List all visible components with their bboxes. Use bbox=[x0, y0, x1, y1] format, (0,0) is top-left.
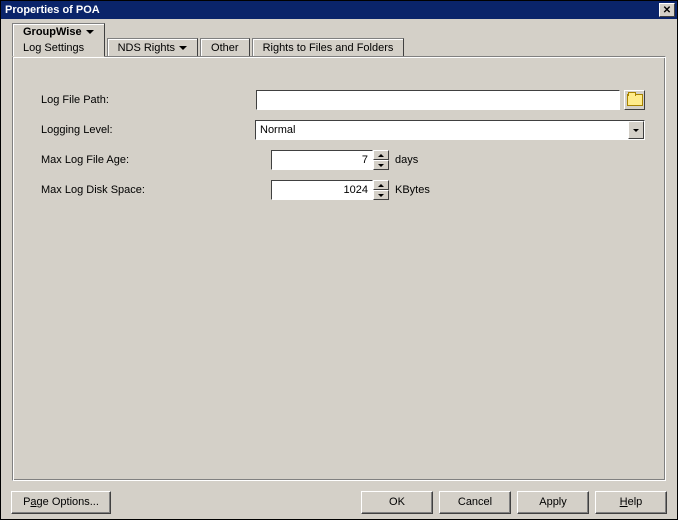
help-button[interactable]: Help bbox=[595, 491, 667, 514]
cancel-button[interactable]: Cancel bbox=[439, 491, 511, 514]
folder-icon bbox=[627, 94, 643, 106]
tab-other[interactable]: Other bbox=[200, 38, 250, 57]
arrow-down-icon bbox=[378, 194, 384, 197]
tab-nds-label: NDS Rights bbox=[118, 42, 175, 54]
row-logging-level: Logging Level: Normal bbox=[41, 119, 645, 141]
spinner-down-button[interactable] bbox=[373, 190, 389, 200]
tab-groupwise-sublabel: Log Settings bbox=[23, 42, 84, 54]
select-dropdown-button[interactable] bbox=[628, 121, 644, 139]
chevron-down-icon bbox=[633, 129, 639, 132]
row-max-log-file-age: Max Log File Age: days bbox=[41, 149, 645, 171]
button-bar: Page Options... OK Cancel Apply Help bbox=[1, 485, 677, 519]
apply-button[interactable]: Apply bbox=[517, 491, 589, 514]
logging-level-select[interactable]: Normal bbox=[255, 120, 645, 140]
log-settings-form: Log File Path: Logging Level: Normal bbox=[13, 57, 665, 201]
properties-dialog: Properties of POA ✕ GroupWise Log Settin… bbox=[0, 0, 678, 520]
tab-groupwise[interactable]: GroupWise Log Settings bbox=[12, 23, 105, 57]
chevron-down-icon bbox=[86, 30, 94, 34]
max-log-disk-space-spinner bbox=[373, 180, 389, 200]
log-file-path-input[interactable] bbox=[256, 90, 620, 110]
titlebar: Properties of POA ✕ bbox=[1, 1, 677, 19]
arrow-down-icon bbox=[378, 164, 384, 167]
close-button[interactable]: ✕ bbox=[659, 3, 675, 17]
tab-rights-label: Rights to Files and Folders bbox=[263, 42, 394, 54]
tab-strip: GroupWise Log Settings NDS Rights Other … bbox=[12, 23, 674, 57]
label-max-log-disk-space: Max Log Disk Space: bbox=[41, 184, 271, 196]
tab-nds-rights[interactable]: NDS Rights bbox=[107, 38, 198, 57]
max-log-file-age-input[interactable] bbox=[271, 150, 373, 170]
label-max-log-file-age: Max Log File Age: bbox=[41, 154, 271, 166]
spinner-down-button[interactable] bbox=[373, 160, 389, 170]
tab-other-label: Other bbox=[211, 42, 239, 54]
chevron-down-icon bbox=[179, 46, 187, 50]
unit-days: days bbox=[395, 154, 418, 166]
spinner-up-button[interactable] bbox=[373, 180, 389, 190]
max-log-file-age-spinner bbox=[373, 150, 389, 170]
logging-level-value: Normal bbox=[256, 124, 628, 136]
label-logging-level: Logging Level: bbox=[41, 124, 255, 136]
arrow-up-icon bbox=[378, 184, 384, 187]
row-log-file-path: Log File Path: bbox=[41, 89, 645, 111]
tab-rights-files[interactable]: Rights to Files and Folders bbox=[252, 38, 405, 57]
window-title: Properties of POA bbox=[5, 4, 100, 16]
close-icon: ✕ bbox=[663, 5, 671, 16]
settings-panel: Log File Path: Logging Level: Normal bbox=[12, 56, 666, 481]
browse-button[interactable] bbox=[624, 90, 645, 110]
arrow-up-icon bbox=[378, 154, 384, 157]
label-log-file-path: Log File Path: bbox=[41, 94, 256, 106]
row-max-log-disk-space: Max Log Disk Space: KBytes bbox=[41, 179, 645, 201]
max-log-disk-space-input[interactable] bbox=[271, 180, 373, 200]
page-options-button[interactable]: Page Options... bbox=[11, 491, 111, 514]
spinner-up-button[interactable] bbox=[373, 150, 389, 160]
unit-kbytes: KBytes bbox=[395, 184, 430, 196]
client-area: GroupWise Log Settings NDS Rights Other … bbox=[4, 23, 674, 481]
ok-button[interactable]: OK bbox=[361, 491, 433, 514]
tab-groupwise-label: GroupWise bbox=[23, 26, 82, 38]
